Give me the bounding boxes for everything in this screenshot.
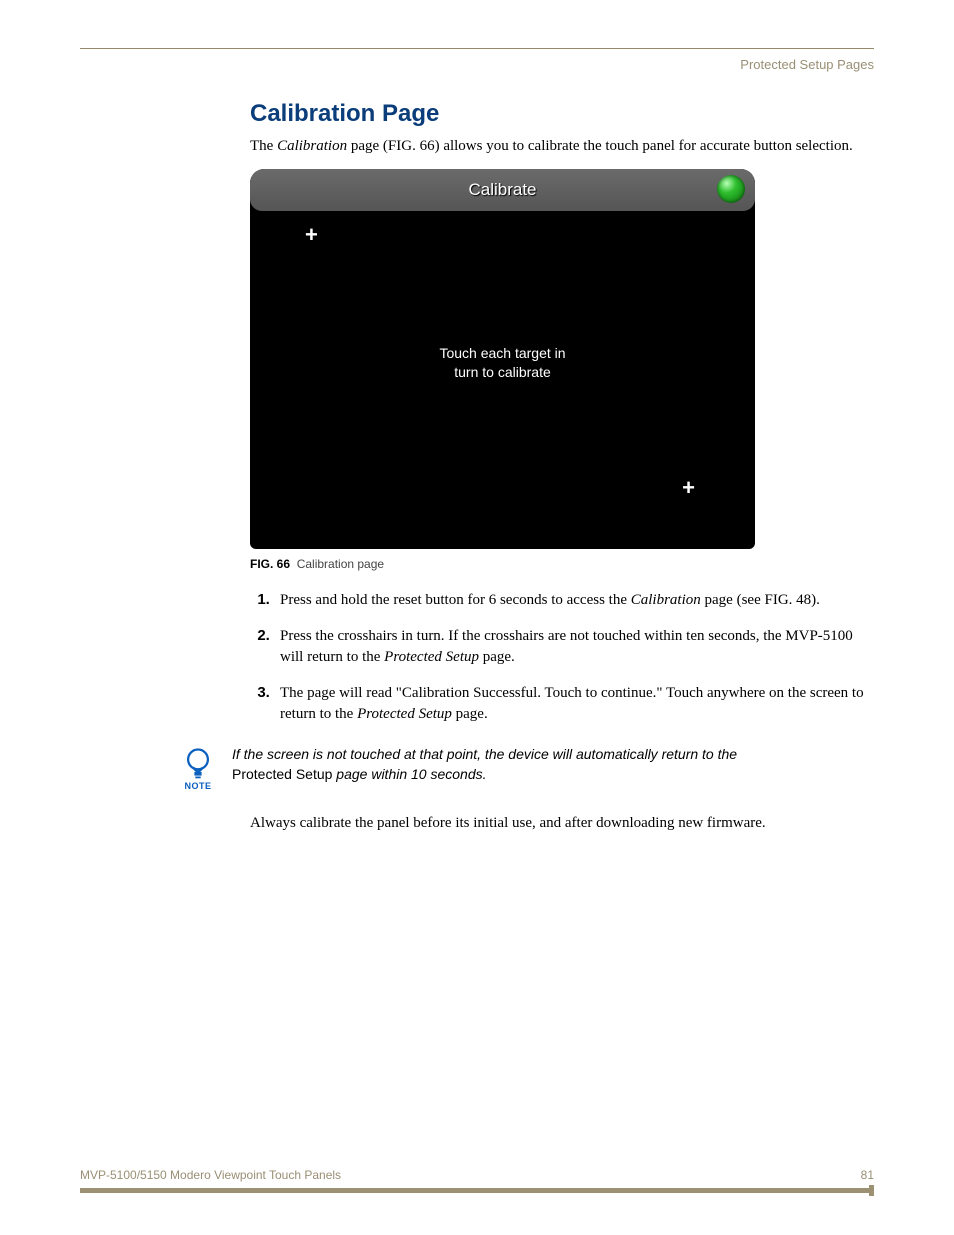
- figure-caption: FIG. 66 Calibration page: [250, 557, 755, 571]
- intro-post: page (FIG. 66) allows you to calibrate t…: [347, 138, 853, 154]
- intro-pre: The: [250, 138, 277, 154]
- lightbulb-icon: [180, 745, 216, 781]
- intro-paragraph: The Calibration page (FIG. 66) allows yo…: [250, 138, 874, 155]
- content-column: Calibration Page The Calibration page (F…: [250, 100, 874, 725]
- step-1: Press and hold the reset button for 6 se…: [274, 589, 874, 611]
- figure-caption-label: FIG. 66: [250, 557, 290, 571]
- page-footer: MVP-5100/5150 Modero Viewpoint Touch Pan…: [80, 1168, 874, 1193]
- intro-italic: Calibration: [277, 138, 347, 154]
- note-line2-name: Protected Setup: [232, 766, 332, 782]
- running-head: Protected Setup Pages: [80, 57, 874, 72]
- note-icon: NOTE: [180, 745, 216, 791]
- top-rule: [80, 48, 874, 49]
- step-3: The page will read "Calibration Successf…: [274, 682, 874, 725]
- steps-list: Press and hold the reset button for 6 se…: [250, 589, 874, 725]
- step-text: page (see FIG. 48).: [701, 592, 820, 608]
- note-line2-rest: page within 10 seconds.: [332, 766, 486, 782]
- footer-line: MVP-5100/5150 Modero Viewpoint Touch Pan…: [80, 1168, 874, 1188]
- step-text: page.: [479, 649, 515, 665]
- calibrate-screenshot: Calibrate + Touch each target in turn to…: [250, 169, 755, 549]
- closing-paragraph: Always calibrate the panel before its in…: [250, 815, 874, 832]
- step-italic: Protected Setup: [384, 649, 479, 665]
- footer-rule: [80, 1188, 874, 1193]
- after-note-wrap: Always calibrate the panel before its in…: [250, 815, 874, 832]
- status-led-icon: [717, 175, 745, 203]
- calibrate-header-title: Calibrate: [468, 180, 536, 200]
- calibrate-header-bar: Calibrate: [250, 169, 755, 211]
- crosshair-icon: +: [682, 477, 695, 499]
- note-text: If the screen is not touched at that poi…: [232, 745, 737, 784]
- section-title: Calibration Page: [250, 100, 874, 128]
- crosshair-icon: +: [305, 224, 318, 246]
- figure-66: Calibrate + Touch each target in turn to…: [250, 169, 755, 571]
- page-number: 81: [861, 1168, 874, 1182]
- step-italic: Protected Setup: [357, 706, 452, 722]
- step-text: Press the crosshairs in turn. If the cro…: [280, 628, 853, 665]
- footer-left: MVP-5100/5150 Modero Viewpoint Touch Pan…: [80, 1168, 341, 1182]
- step-2: Press the crosshairs in turn. If the cro…: [274, 625, 874, 668]
- calibrate-msg-line1: Touch each target in: [439, 345, 565, 361]
- figure-caption-text: Calibration page: [297, 557, 384, 571]
- step-text: Press and hold the reset button for 6 se…: [280, 592, 631, 608]
- note-label: NOTE: [184, 781, 211, 791]
- step-italic: Calibration: [631, 592, 701, 608]
- calibrate-instruction: Touch each target in turn to calibrate: [250, 344, 755, 382]
- page: Protected Setup Pages Calibration Page T…: [0, 0, 954, 1235]
- note-block: NOTE If the screen is not touched at tha…: [180, 745, 874, 791]
- calibrate-msg-line2: turn to calibrate: [454, 364, 551, 380]
- note-line1: If the screen is not touched at that poi…: [232, 746, 737, 762]
- step-text: page.: [452, 706, 488, 722]
